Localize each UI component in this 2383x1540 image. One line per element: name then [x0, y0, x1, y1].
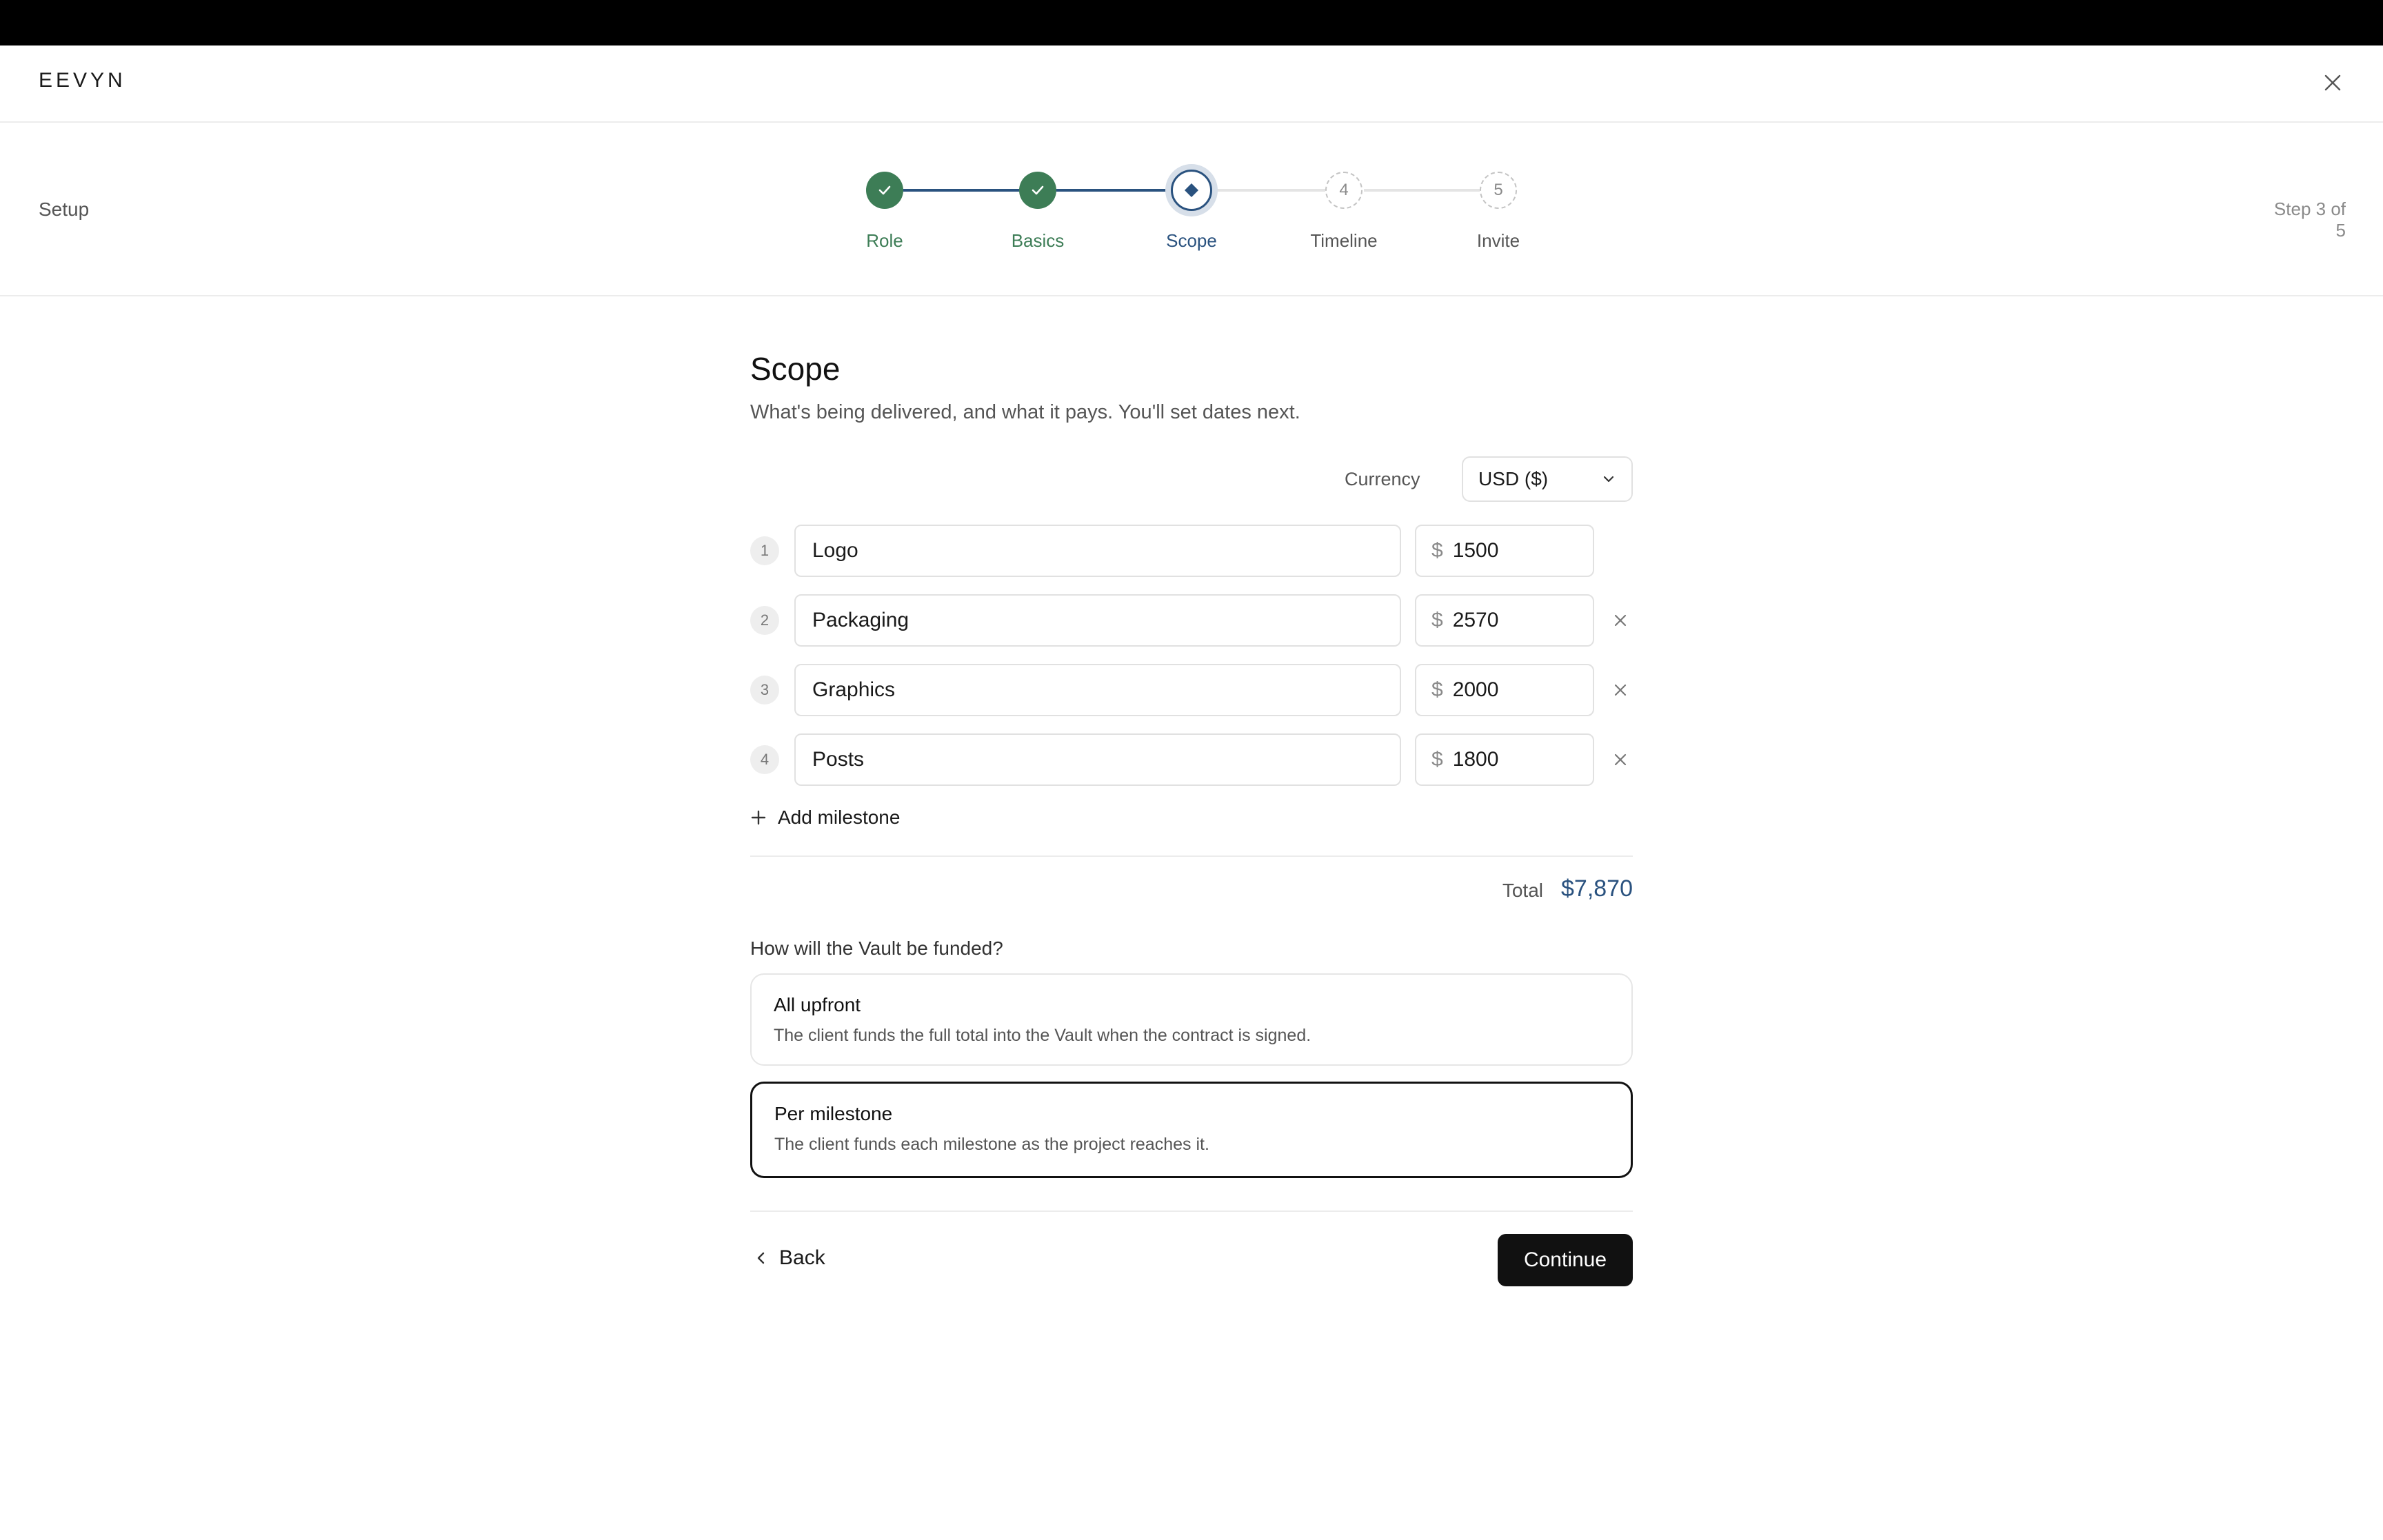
milestone-name-input[interactable]: Graphics: [794, 664, 1401, 716]
plus-icon: [750, 809, 767, 826]
step-basics-done-icon[interactable]: [1019, 172, 1056, 209]
milestone-name-input[interactable]: Logo: [794, 525, 1401, 577]
milestone-amount-input[interactable]: $ 2570: [1415, 594, 1594, 647]
total-value: $7,870: [1561, 875, 1633, 902]
step-label-invite: Invite: [1476, 230, 1520, 251]
funding-option-all-upfront[interactable]: All upfront The client funds the full to…: [750, 973, 1633, 1066]
app-header: [0, 45, 2383, 123]
close-icon[interactable]: [2315, 65, 2350, 100]
remove-milestone-icon[interactable]: [1607, 607, 1634, 634]
milestone-amount-value: 2570: [1452, 609, 1499, 631]
option-description: The client funds the full total into the…: [774, 1026, 1311, 1045]
currency-value: USD ($): [1478, 468, 1549, 489]
step-label-basics[interactable]: Basics: [969, 230, 1107, 252]
step-connector-1: [903, 189, 1020, 192]
currency-symbol: $: [1431, 609, 1443, 631]
milestone-number: 3: [750, 676, 779, 705]
funding-option-per-milestone[interactable]: Per milestone The client funds each mile…: [750, 1082, 1633, 1178]
setup-label: Setup: [39, 199, 90, 220]
option-title: Per milestone: [774, 1103, 893, 1124]
milestone-name-input[interactable]: Posts: [794, 733, 1401, 786]
step-connector-2: [1056, 189, 1174, 192]
milestone-number: 4: [750, 745, 779, 774]
currency-symbol: $: [1431, 678, 1443, 701]
currency-label: Currency: [1345, 469, 1420, 489]
remove-milestone-icon[interactable]: [1607, 746, 1634, 773]
step-count: Step 3 of 5: [2273, 199, 2346, 241]
milestone-amount-input[interactable]: $ 1500: [1415, 525, 1594, 577]
top-black-bar: [0, 0, 2383, 45]
chevron-left-icon: [754, 1250, 768, 1266]
chevron-down-icon: [1601, 472, 1616, 487]
currency-symbol: $: [1431, 539, 1443, 562]
back-label: Back: [779, 1246, 825, 1269]
milestone-amount-value: 2000: [1452, 678, 1499, 701]
funding-question: How will the Vault be funded?: [750, 938, 1003, 959]
page-title: Scope: [750, 351, 841, 387]
currency-select[interactable]: USD ($): [1462, 456, 1633, 502]
currency-symbol: $: [1431, 748, 1443, 771]
page-subtitle: What's being delivered, and what it pays…: [750, 401, 1300, 423]
app-logo: EEVYN: [39, 69, 126, 92]
total-label: Total: [1502, 880, 1543, 901]
milestone-name-input[interactable]: Packaging: [794, 594, 1401, 647]
milestone-amount-value: 1800: [1452, 748, 1499, 771]
continue-button[interactable]: Continue: [1498, 1234, 1633, 1286]
option-title: All upfront: [774, 994, 861, 1015]
step-label-role[interactable]: Role: [816, 230, 954, 252]
remove-milestone-icon[interactable]: [1607, 676, 1634, 704]
total-divider: [750, 855, 1633, 857]
step-timeline-number: 4: [1325, 172, 1363, 209]
add-milestone-button[interactable]: Add milestone: [750, 807, 900, 829]
step-connector-3: [1211, 189, 1325, 192]
option-description: The client funds each milestone as the p…: [774, 1135, 1209, 1154]
back-button[interactable]: Back: [754, 1246, 825, 1270]
step-connector-4: [1364, 189, 1480, 192]
milestone-amount-value: 1500: [1452, 539, 1499, 562]
step-label-scope: Scope: [1166, 230, 1217, 251]
milestone-number: 2: [750, 606, 779, 635]
milestone-amount-input[interactable]: $ 1800: [1415, 733, 1594, 786]
footer-divider: [750, 1210, 1633, 1212]
step-label-timeline: Timeline: [1310, 230, 1378, 251]
milestone-amount-input[interactable]: $ 2000: [1415, 664, 1594, 716]
milestone-number: 1: [750, 536, 779, 565]
add-milestone-label: Add milestone: [778, 807, 901, 828]
step-invite-number: 5: [1480, 172, 1517, 209]
step-scope-current-icon: [1171, 170, 1212, 211]
step-role-done-icon[interactable]: [866, 172, 903, 209]
